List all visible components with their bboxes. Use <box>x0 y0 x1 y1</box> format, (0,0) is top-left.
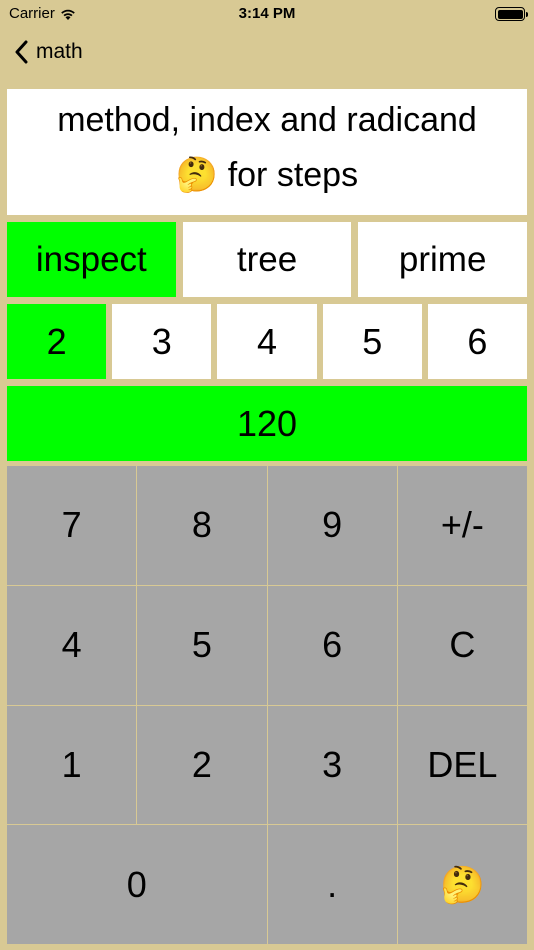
key-8[interactable]: 8 <box>137 466 267 585</box>
key-9[interactable]: 9 <box>267 466 397 585</box>
key-0[interactable]: 0 <box>7 825 267 944</box>
index-5-button[interactable]: 5 <box>322 304 422 379</box>
info-subtitle-text: for steps <box>227 156 359 194</box>
key-7[interactable]: 7 <box>7 466 137 585</box>
decimal-point-button[interactable]: . <box>267 825 397 944</box>
radicand-display: 120 <box>7 386 527 461</box>
back-button[interactable]: math <box>14 40 83 64</box>
battery-icon <box>495 7 528 21</box>
key-2[interactable]: 2 <box>137 705 267 825</box>
index-2-button[interactable]: 2 <box>7 304 107 379</box>
method-selector: inspect tree prime <box>7 222 528 297</box>
info-subtitle: 🤔 for steps <box>7 155 527 195</box>
index-6-button[interactable]: 6 <box>427 304 528 379</box>
sign-toggle-button[interactable]: +/- <box>397 466 527 585</box>
clear-button[interactable]: C <box>397 585 527 705</box>
thinking-face-icon: 🤔 <box>175 155 219 195</box>
key-3[interactable]: 3 <box>267 705 397 825</box>
back-label: math <box>36 40 83 63</box>
nav-bar: math <box>0 28 534 82</box>
method-prime-button[interactable]: prime <box>358 222 528 297</box>
keypad: 7 8 9 +/- 4 5 6 C 1 2 3 DEL 0 . 🤔 <box>7 466 527 944</box>
key-1[interactable]: 1 <box>7 705 137 825</box>
index-selector: 2 3 4 5 6 <box>7 304 528 379</box>
status-bar: Carrier 3:14 PM <box>0 0 534 28</box>
key-6[interactable]: 6 <box>267 585 397 705</box>
index-3-button[interactable]: 3 <box>112 304 212 379</box>
index-4-button[interactable]: 4 <box>217 304 317 379</box>
key-5[interactable]: 5 <box>137 585 267 705</box>
method-inspect-button[interactable]: inspect <box>7 222 176 297</box>
info-title: method, index and radicand <box>57 101 477 139</box>
status-time: 3:14 PM <box>238 5 296 22</box>
chevron-left-icon <box>15 40 28 64</box>
method-tree-button[interactable]: tree <box>182 222 352 297</box>
steps-thinking-button[interactable]: 🤔 <box>397 825 527 944</box>
delete-button[interactable]: DEL <box>397 705 527 825</box>
info-panel: method, index and radicand 🤔 for steps <box>7 89 527 215</box>
key-4[interactable]: 4 <box>7 585 137 705</box>
